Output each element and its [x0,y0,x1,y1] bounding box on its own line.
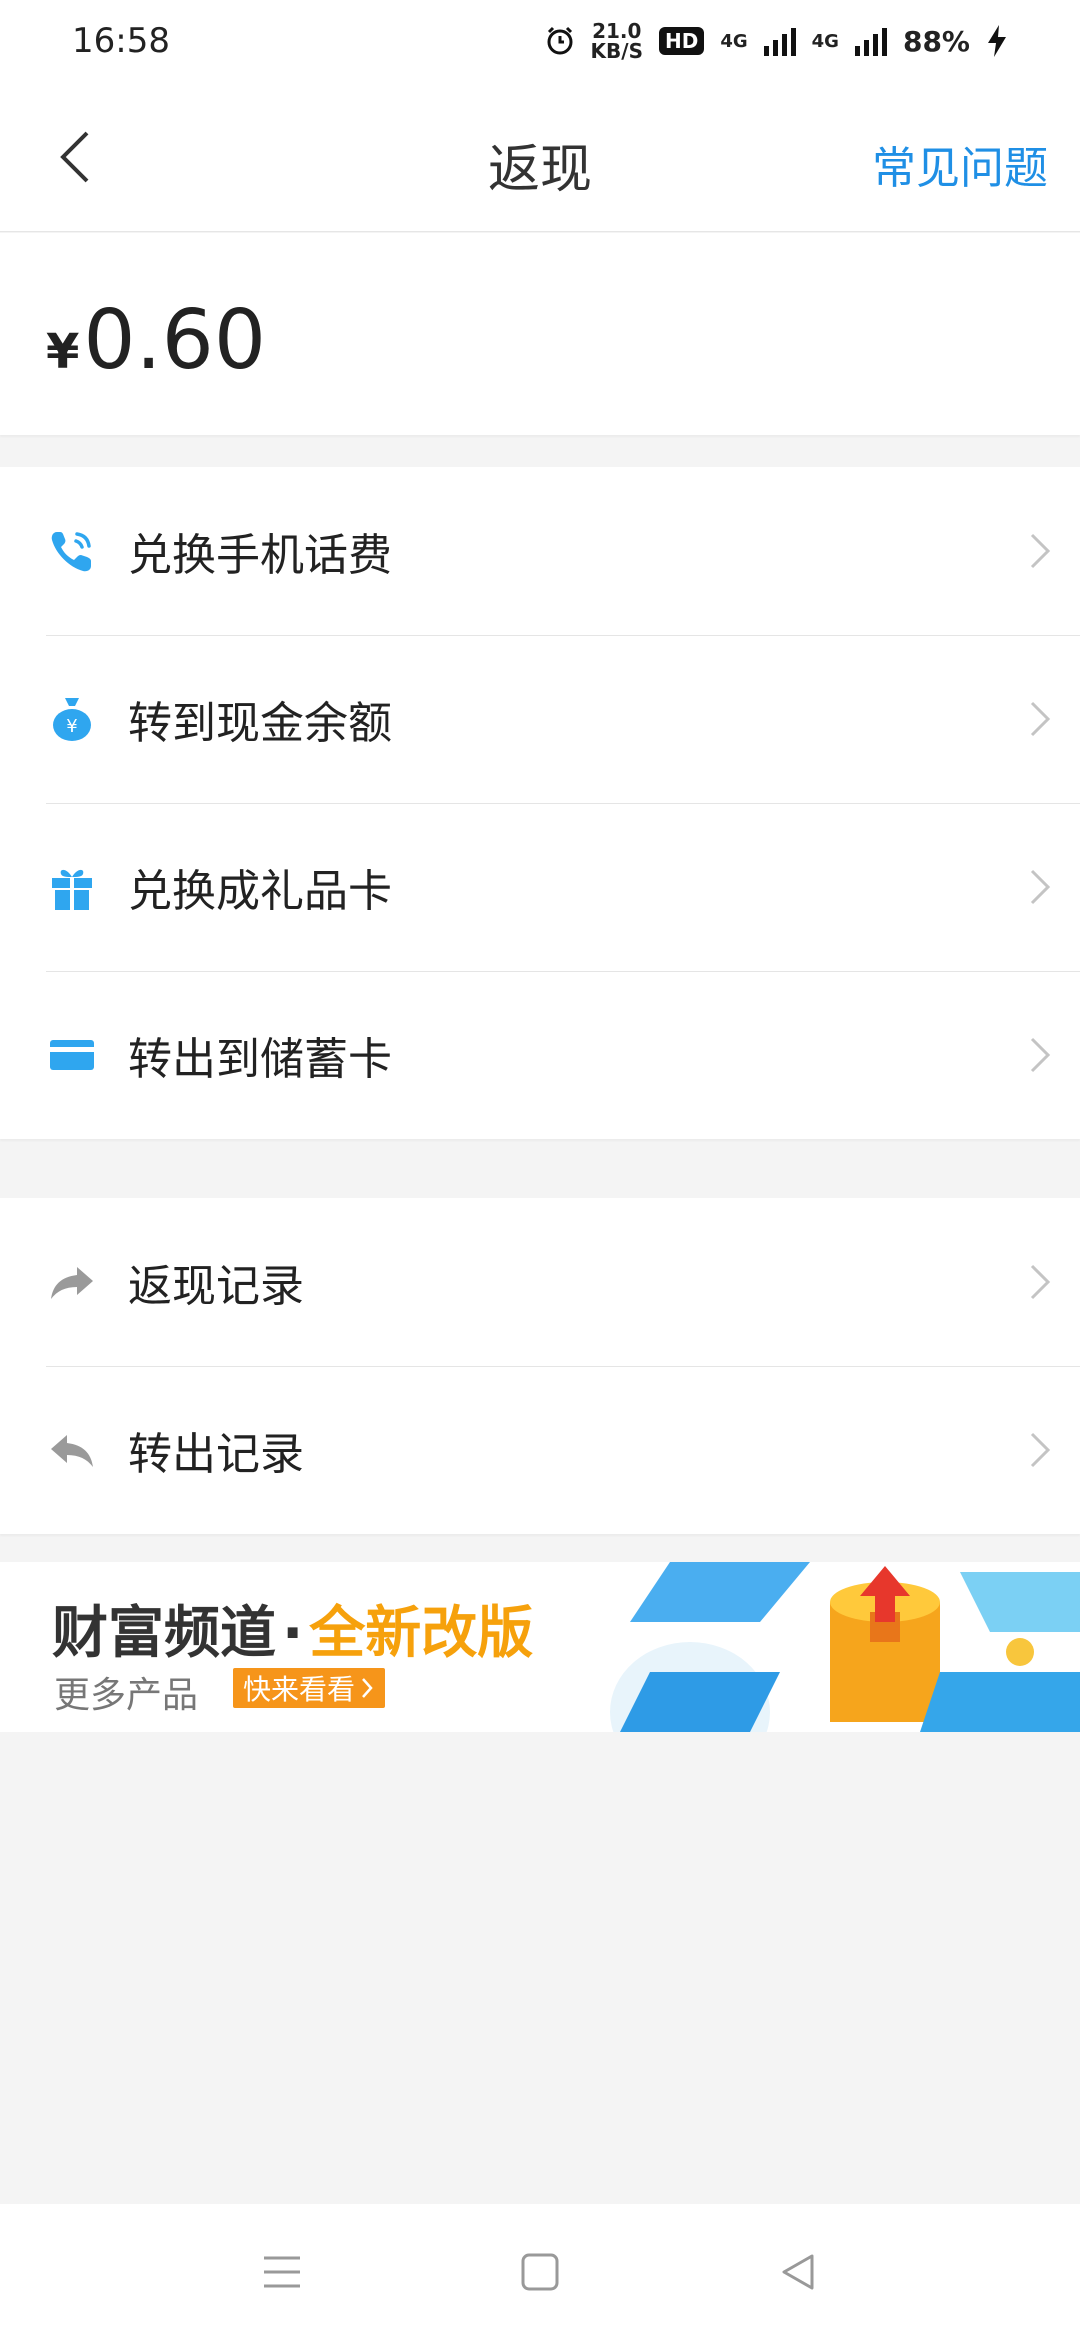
signal-icon [763,26,796,56]
home-square-icon [521,2253,559,2291]
list-item-to-debit-card[interactable]: 转出到储蓄卡 [0,971,1080,1139]
system-navigation-bar [0,2204,1080,2340]
svg-text:¥: ¥ [66,716,77,737]
battery-level: 88% [902,24,970,58]
chevron-right-icon [1030,1037,1051,1073]
records-list: 返现记录 转出记录 [0,1198,1080,1534]
balance-amount: ¥ 0.60 [46,293,266,388]
banner-title: 财富频道 · 全新改版 [52,1601,534,1666]
list-item-label: 兑换成礼品卡 [128,866,392,917]
header: 返现 常见问题 [0,82,1080,232]
status-time: 16:58 [72,21,170,61]
balance-card: ¥ 0.60 [0,233,1080,435]
balance-value: 0.60 [83,293,266,388]
status-icons: 21.0 KB/S HD 4G 4G 88% [545,21,1008,61]
list-item-cashback-records[interactable]: 返现记录 [0,1198,1080,1366]
signal-icon-2 [854,26,887,56]
forward-arrow-icon [46,1256,98,1308]
alarm-icon [547,26,573,55]
back-nav-button[interactable] [768,2248,828,2296]
phone-icon [46,525,98,577]
list-item-recharge-phone[interactable]: 兑换手机话费 [0,467,1080,635]
list-item-label: 返现记录 [128,1261,304,1312]
banner-illustration [610,1562,1080,1732]
wealth-channel-banner[interactable]: 财富频道 · 全新改版 更多产品 快来看看 [0,1562,1080,1732]
list-item-gift-card[interactable]: 兑换成礼品卡 [0,803,1080,971]
currency-symbol: ¥ [46,324,80,380]
chevron-right-icon [1030,701,1051,737]
banner-subtitle: 更多产品 [54,1675,199,1716]
list-item-label: 兑换手机话费 [128,530,392,581]
banner-cta-button[interactable]: 快来看看 [233,1668,386,1708]
home-button[interactable] [510,2248,570,2296]
chevron-right-icon [1030,533,1051,569]
back-triangle-icon [782,2254,814,2290]
hd-badge: HD [659,27,705,55]
net-speed: 21.0 KB/S [590,19,643,63]
chevron-right-icon [1030,869,1051,905]
list-item-label: 转出记录 [128,1429,304,1480]
charging-icon [988,25,1006,57]
status-bar: 16:58 21.0 KB/S HD 4G 4G 88% [0,0,1080,82]
money-bag-icon: ¥ [46,693,98,745]
actions-list: 兑换手机话费 ¥ 转到现金余额 兑换成礼品卡 转出到储蓄卡 [0,467,1080,1139]
network-label-1: 4G [720,30,748,52]
list-item-label: 转出到储蓄卡 [128,1034,392,1085]
network-label-2: 4G [811,30,839,52]
list-item-transfer-records[interactable]: 转出记录 [0,1366,1080,1534]
list-item-label: 转到现金余额 [128,698,392,749]
menu-icon [264,2256,300,2288]
menu-button[interactable] [252,2248,312,2296]
card-icon [46,1029,98,1081]
faq-link[interactable]: 常见问题 [872,132,1048,196]
list-item-to-cash-balance[interactable]: ¥ 转到现金余额 [0,635,1080,803]
gift-icon [46,861,98,913]
reply-arrow-icon [46,1424,98,1476]
chevron-right-icon [1030,1264,1051,1300]
chevron-right-icon [362,1678,373,1698]
chevron-right-icon [1030,1432,1051,1468]
